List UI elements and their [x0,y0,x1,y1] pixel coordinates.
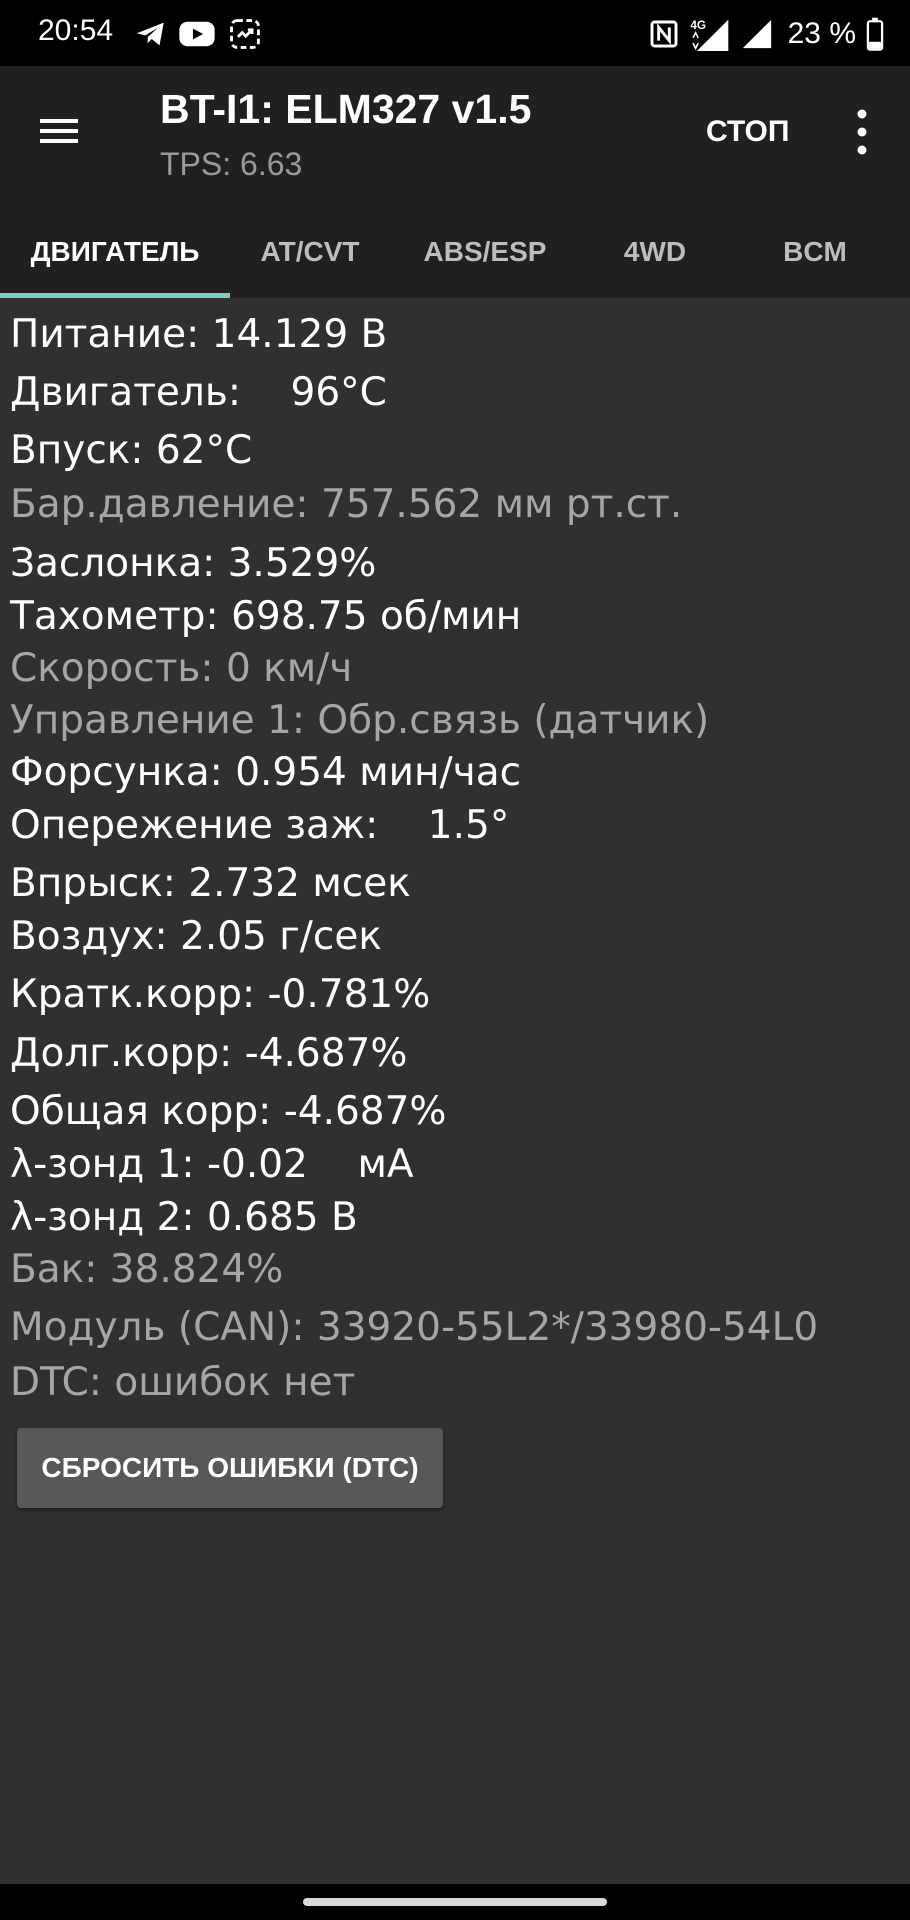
param-dtc-status: DTC: ошибок нет [10,1360,356,1405]
param-short-fuel-trim: Кратк.корр: -0.781% [10,972,431,1017]
param-power: Питание: 14.129 В [10,312,388,357]
param-control-mode: Управление 1: Обр.связь (датчик) [10,698,710,743]
tab-bcm[interactable]: BCM [730,206,900,298]
param-total-fuel-trim: Общая корр: -4.687% [10,1089,447,1134]
tab-at-cvt[interactable]: AT/CVT [230,206,390,298]
param-module-can: Модуль (CAN): 33920-55L2*/33980-54L0 [10,1305,819,1350]
screen-record-icon [230,19,260,49]
tab-bar: ДВИГАТЕЛЬ AT/CVT ABS/ESP 4WD BCM [0,206,910,298]
tps-subtitle: TPS: 6.63 [160,146,303,182]
battery-percent: 23 % [787,17,856,50]
app-title: BT-I1: ELM327 v1.5 [160,86,532,132]
param-engine-temp: Двигатель: 96°C [10,370,387,415]
param-fuel-tank: Бак: 38.824% [10,1247,284,1292]
tab-abs-esp[interactable]: ABS/ESP [390,206,580,298]
param-long-fuel-trim: Долг.корр: -4.687% [10,1031,408,1076]
status-right-group: 4G 23 % [648,14,884,54]
telegram-icon [136,22,164,46]
tab-4wd[interactable]: 4WD [580,206,730,298]
param-ignition-advance: Опережение заж: 1.5° [10,803,510,848]
param-intake-temp: Впуск: 62°C [10,428,253,473]
gesture-nav-bar [0,1884,910,1920]
engine-params-panel: Питание: 14.129 В Двигатель: 96°C Впуск:… [0,298,910,1884]
param-injection: Впрыск: 2.732 мсек [10,861,411,906]
param-air-flow: Воздух: 2.05 г/сек [10,914,382,959]
param-lambda-1: λ-зонд 1: -0.02 мА [10,1142,414,1187]
network-type-label: 4G [690,19,706,32]
param-speed: Скорость: 0 км/ч [10,646,353,691]
youtube-icon [179,21,215,47]
param-throttle: Заслонка: 3.529% [10,541,377,586]
param-tachometer: Тахометр: 698.75 об/мин [10,594,522,639]
reset-dtc-button[interactable]: СБРОСИТЬ ОШИБКИ (DTC) [17,1428,443,1508]
menu-icon[interactable] [36,113,82,149]
tab-engine[interactable]: ДВИГАТЕЛЬ [0,206,230,298]
more-vert-icon[interactable] [848,104,876,160]
param-injector: Форсунка: 0.954 мин/час [10,750,522,795]
status-time: 20:54 [38,14,114,47]
app-bar: BT-I1: ELM327 v1.5 TPS: 6.63 СТОП [0,66,910,206]
status-bar: 20:54 4G 23 % [0,0,910,66]
nfc-icon [650,20,678,48]
battery-icon [866,17,884,51]
signal-4g-icon: 4G [690,19,728,51]
param-baro-pressure: Бар.давление: 757.562 мм рт.ст. [10,482,683,527]
signal-icon [742,19,771,49]
stop-button[interactable]: СТОП [706,110,789,154]
home-gesture-handle[interactable] [303,1898,607,1906]
param-lambda-2: λ-зонд 2: 0.685 В [10,1195,358,1240]
